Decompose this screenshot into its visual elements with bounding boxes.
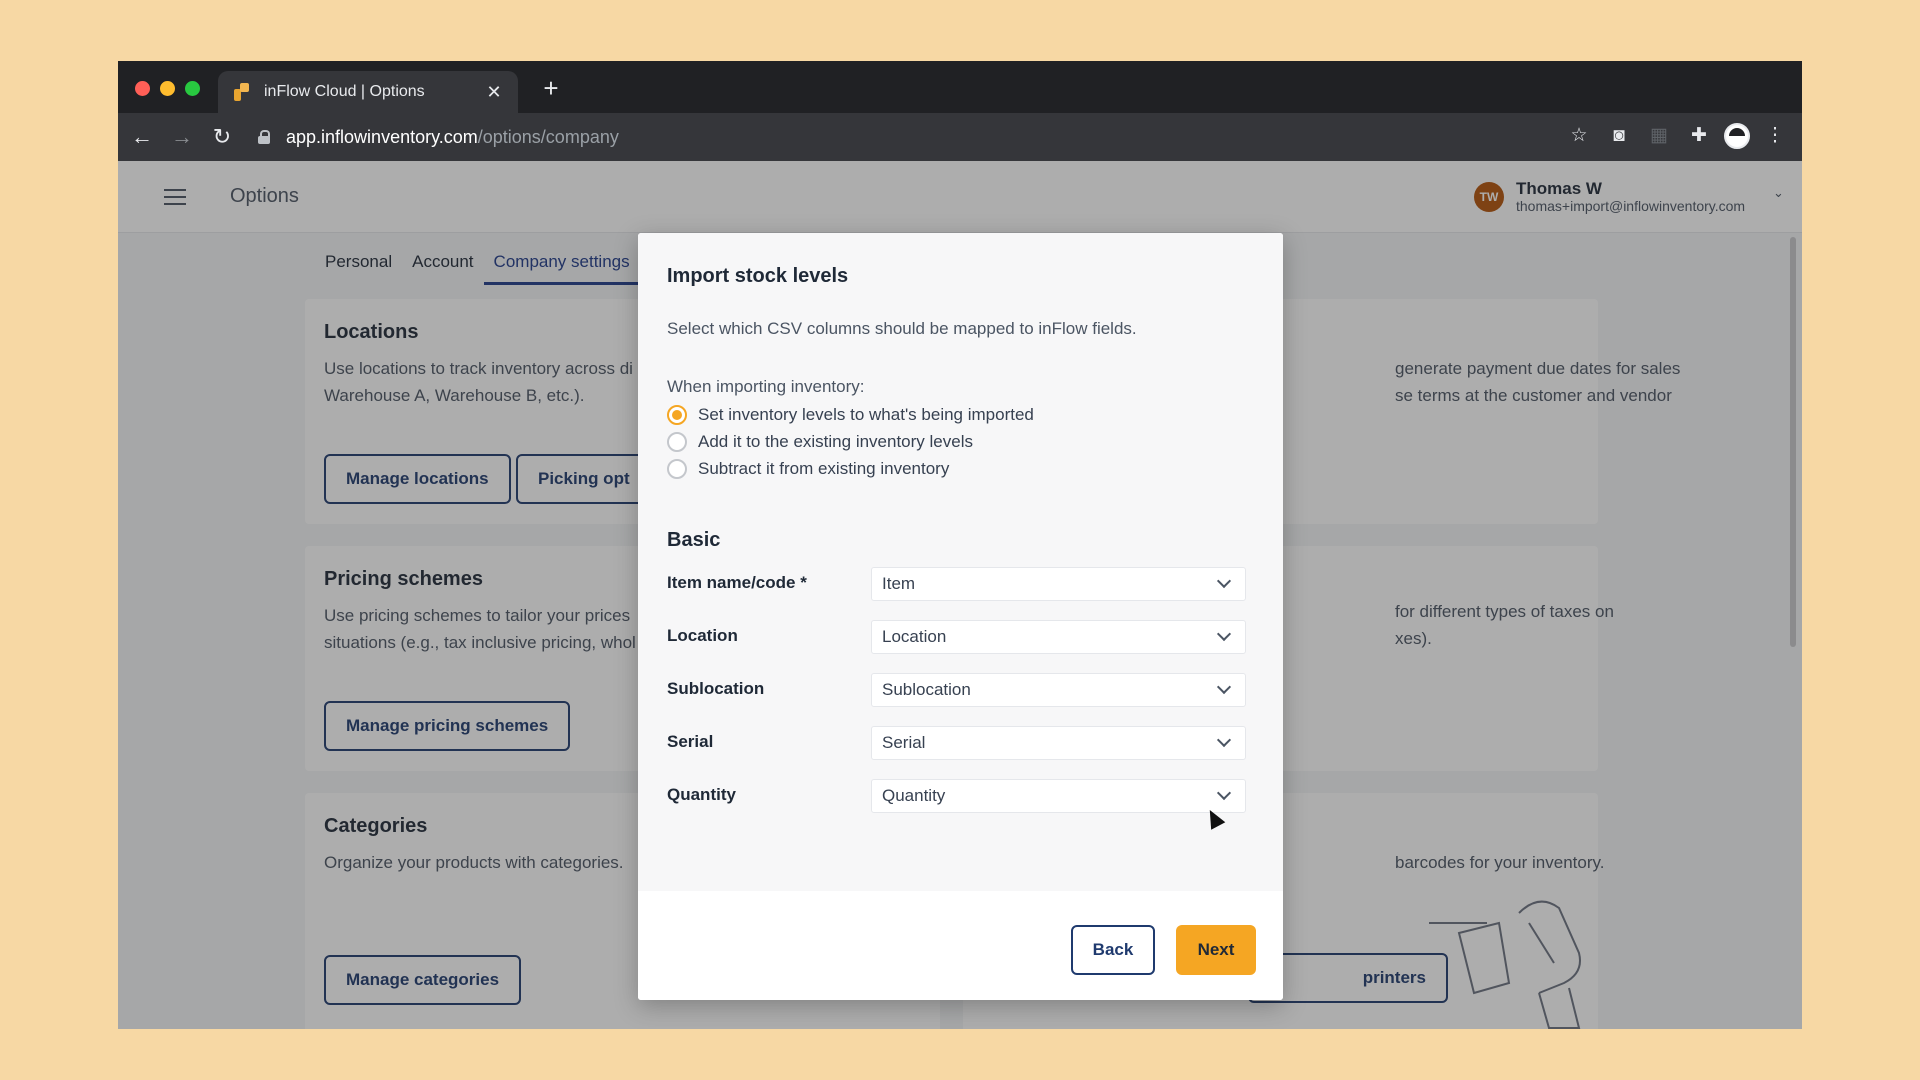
url-path: /options/company (477, 126, 619, 147)
close-window-dot[interactable] (135, 81, 150, 96)
import-mode-label: When importing inventory: (667, 377, 865, 396)
chevron-down-icon (1216, 626, 1232, 642)
chevron-down-icon (1216, 732, 1232, 748)
maximize-window-dot[interactable] (185, 81, 200, 96)
dialog-body: Import stock levels Select which CSV col… (638, 233, 1283, 891)
browser-toolbar: ← → ↻ app.inflowinventory.com /options/c… (118, 113, 1802, 161)
field-label-serial: Serial (667, 732, 714, 751)
sublocation-column-select[interactable]: Sublocation (871, 673, 1246, 707)
select-value: Serial (882, 733, 926, 752)
location-column-select[interactable]: Location (871, 620, 1246, 654)
radio-unchecked-icon[interactable] (667, 432, 687, 452)
field-label-location: Location (667, 626, 738, 645)
extension-icon[interactable]: ▦ (1644, 121, 1674, 151)
lock-icon (258, 130, 270, 144)
radio-label: Add it to the existing inventory levels (698, 432, 973, 451)
inflow-favicon-icon (232, 83, 250, 101)
new-tab-icon[interactable]: + (536, 73, 566, 103)
field-label-quantity: Quantity (667, 785, 736, 804)
url-host: app.inflowinventory.com (286, 126, 478, 147)
chevron-down-icon (1216, 785, 1232, 801)
chevron-down-icon (1216, 679, 1232, 695)
radio-unchecked-icon[interactable] (667, 459, 687, 479)
kebab-menu-icon[interactable]: ⋮ (1760, 121, 1790, 151)
radio-label: Set inventory levels to what's being imp… (698, 405, 1034, 424)
tab-close-icon[interactable]: ✕ (484, 82, 504, 103)
camera-icon[interactable]: ◙ (1604, 121, 1634, 151)
back-button[interactable]: Back (1071, 925, 1155, 975)
puzzle-icon[interactable]: ✚ (1684, 121, 1714, 151)
select-value: Quantity (882, 786, 946, 805)
tab-title: inFlow Cloud | Options (264, 83, 425, 100)
radio-set-levels[interactable]: Set inventory levels to what's being imp… (667, 405, 1034, 425)
quantity-column-select[interactable]: Quantity (871, 779, 1246, 813)
app-page: Options TW Thomas W thomas+import@inflow… (118, 161, 1802, 1029)
forward-arrow-icon[interactable]: → (166, 121, 198, 153)
reload-icon[interactable]: ↻ (206, 121, 238, 153)
bookmark-star-icon[interactable]: ☆ (1564, 121, 1594, 151)
next-button[interactable]: Next (1176, 925, 1256, 975)
select-value: Location (882, 627, 947, 646)
back-arrow-icon[interactable]: ← (126, 121, 158, 153)
item-column-select[interactable]: Item (871, 567, 1246, 601)
field-label-sublocation: Sublocation (667, 679, 765, 698)
profile-icon[interactable] (1724, 123, 1750, 149)
toolbar-icons: ☆ ◙ ▦ ✚ ⋮ (1564, 121, 1790, 151)
field-label-item: Item name/code * (667, 573, 807, 592)
chevron-down-icon (1216, 573, 1232, 589)
select-value: Item (882, 574, 916, 593)
select-value: Sublocation (882, 680, 971, 699)
address-bar[interactable]: app.inflowinventory.com /options/company (258, 119, 1638, 155)
import-stock-levels-dialog: Import stock levels Select which CSV col… (638, 233, 1283, 1000)
browser-window: inFlow Cloud | Options ✕ + ← → ↻ app.inf… (118, 61, 1802, 1029)
browser-tab[interactable]: inFlow Cloud | Options ✕ (218, 71, 518, 113)
minimize-window-dot[interactable] (160, 81, 175, 96)
section-title-basic: Basic (667, 529, 721, 551)
radio-add-existing[interactable]: Add it to the existing inventory levels (667, 432, 973, 452)
radio-checked-icon[interactable] (667, 405, 687, 425)
radio-subtract-existing[interactable]: Subtract it from existing inventory (667, 459, 949, 479)
dialog-footer: Back Next (638, 891, 1283, 1000)
dialog-title: Import stock levels (667, 265, 849, 287)
tab-strip: inFlow Cloud | Options ✕ + (118, 61, 1802, 113)
dialog-subtitle: Select which CSV columns should be mappe… (667, 319, 1137, 338)
radio-label: Subtract it from existing inventory (698, 459, 950, 478)
serial-column-select[interactable]: Serial (871, 726, 1246, 760)
